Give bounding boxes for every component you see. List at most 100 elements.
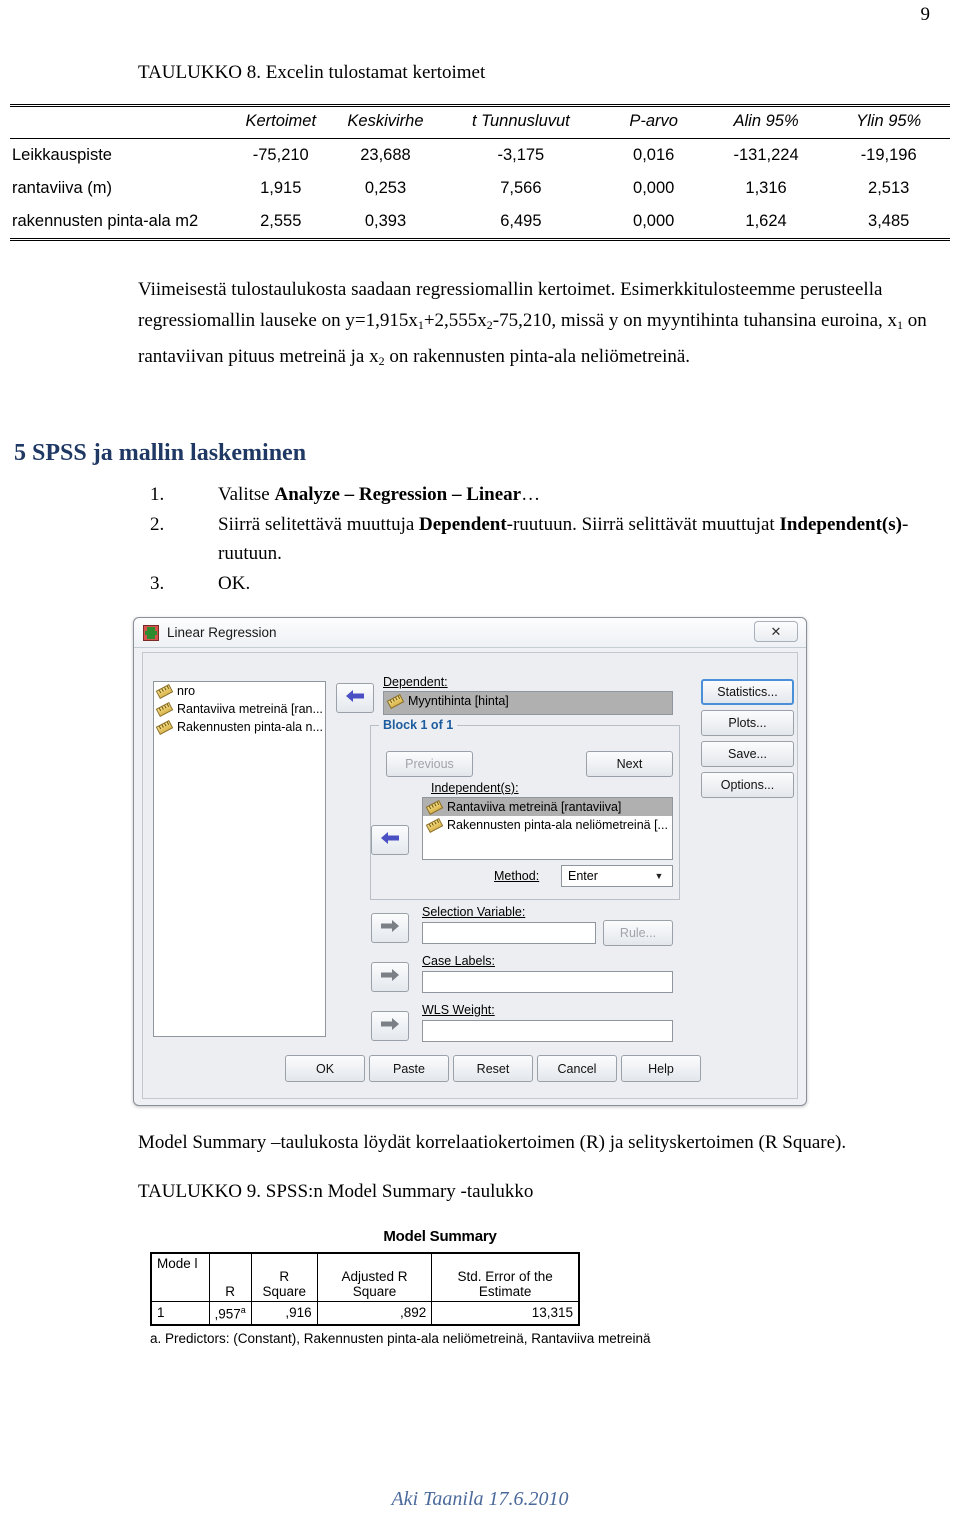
source-variable-list[interactable]: nro Rantaviiva metreinä [ran... Rakennus… xyxy=(153,681,326,1037)
wls-weight-input[interactable] xyxy=(422,1020,673,1042)
page-footer: Aki Taanila 17.6.2010 xyxy=(391,1488,569,1510)
cell-alin: -131,224 xyxy=(733,146,799,164)
dependent-box[interactable]: Myyntihinta [hinta] xyxy=(383,691,673,715)
step-pre: Siirrä selitettävä muuttuja xyxy=(218,514,420,535)
step-bold: Analyze – Regression – Linear xyxy=(274,484,522,505)
method-label-text: Method: xyxy=(494,869,540,883)
table9-caption: TAULUKKO 9. SPSS:n Model Summary -tauluk… xyxy=(138,1181,534,1202)
independent-value: Rantaviiva metreinä [rantaviiva] xyxy=(447,800,622,814)
row-label: rakennusten pinta-ala m2 xyxy=(10,205,230,241)
table-header-row: Mode l R R Square Adjusted R Square Std.… xyxy=(150,1252,580,1302)
method-label: Method: xyxy=(494,869,539,883)
para-part3: -75,210, missä y on myyntihinta tuhansin… xyxy=(492,310,898,331)
steps-list: 1. Valitse Analyze – Regression – Linear… xyxy=(150,480,910,599)
scale-ruler-icon xyxy=(425,817,444,833)
move-to-wls-weight-button[interactable] xyxy=(371,1011,409,1041)
list-item[interactable]: nro xyxy=(154,682,325,700)
scale-ruler-icon xyxy=(425,799,444,815)
ok-button[interactable]: OK xyxy=(285,1055,365,1082)
cancel-label: Cancel xyxy=(557,1061,597,1076)
next-button[interactable]: Next xyxy=(586,751,673,777)
help-label: Help xyxy=(648,1061,674,1076)
table8-caption: TAULUKKO 8. Excelin tulostamat kertoimet xyxy=(138,62,486,83)
move-to-case-labels-button[interactable] xyxy=(371,962,409,992)
case-labels-input[interactable] xyxy=(422,971,673,993)
page-title: 5 SPSS ja mallin laskeminen xyxy=(14,439,307,466)
rule-button[interactable]: Rule... xyxy=(603,920,673,946)
column-header-p-arvo: P-arvo xyxy=(602,104,705,139)
statistics-button[interactable]: Statistics... xyxy=(701,679,794,705)
cell-keskivirhe: 23,688 xyxy=(360,146,411,164)
scale-ruler-icon xyxy=(155,683,174,699)
selection-variable-label-text: Selection Variable: xyxy=(422,905,526,919)
ok-label: OK xyxy=(315,1061,335,1076)
save-button[interactable]: Save... xyxy=(701,741,794,767)
step-text: OK. xyxy=(218,569,910,598)
step-pre: OK. xyxy=(218,573,251,594)
linear-regression-dialog: Linear Regression ✕ nro Rantaviiva metre… xyxy=(133,617,807,1106)
table-row: 1 ,957a ,916 ,892 13,315 xyxy=(150,1300,580,1326)
paste-label: Paste xyxy=(393,1061,425,1076)
list-item[interactable]: Rakennusten pinta-ala n... xyxy=(154,718,325,736)
paste-button[interactable]: Paste xyxy=(369,1055,449,1082)
cell-keskivirhe: 0,253 xyxy=(364,179,407,197)
cancel-button[interactable]: Cancel xyxy=(537,1055,617,1082)
table-row: Leikkauspiste -75,210 23,688 -3,175 0,01… xyxy=(10,139,950,173)
chevron-down-icon[interactable]: ▼ xyxy=(650,866,668,886)
previous-label: Previous xyxy=(405,757,454,771)
independents-box[interactable]: Rantaviiva metreinä [rantaviiva] Rakennu… xyxy=(422,797,673,860)
page-number: 9 xyxy=(920,4,931,25)
step-text: Valitse Analyze – Regression – Linear… xyxy=(218,480,910,509)
cell-p: 0,000 xyxy=(602,205,705,241)
variable-label: Rakennusten pinta-ala n... xyxy=(177,720,323,734)
column-header-r-square: R Square xyxy=(250,1252,318,1302)
variable-label: Rantaviiva metreinä [ran... xyxy=(177,702,323,716)
case-labels-label: Case Labels: xyxy=(422,954,495,968)
options-button[interactable]: Options... xyxy=(701,772,794,798)
list-item[interactable]: Rakennusten pinta-ala neliömetreinä [... xyxy=(423,816,672,834)
cell-alin: 1,624 xyxy=(704,205,828,241)
close-icon[interactable]: ✕ xyxy=(754,621,798,642)
row-label: rantaviiva (m) xyxy=(12,179,112,197)
plots-button[interactable]: Plots... xyxy=(701,710,794,736)
wls-weight-label-text: WLS Weight: xyxy=(422,1003,495,1017)
arrow-right-icon xyxy=(381,969,399,981)
step-pre: Valitse xyxy=(218,484,275,505)
column-header-std-error: Std. Error of the Estimate xyxy=(431,1252,580,1302)
para-part2: +2,555x xyxy=(423,310,487,331)
column-header-alin95: Alin 95% xyxy=(704,104,828,139)
block-title: Block 1 of 1 xyxy=(379,718,458,732)
column-header-blank xyxy=(10,104,230,139)
independents-label: Independent(s): xyxy=(431,781,519,795)
step-number: 2. xyxy=(150,514,165,535)
cell-r: ,957a xyxy=(208,1300,252,1326)
step-number: 3. xyxy=(150,573,165,594)
dependent-label: Dependent: xyxy=(383,675,448,689)
cell-std-error: 13,315 xyxy=(431,1300,580,1326)
row-label: Leikkauspiste xyxy=(12,146,112,164)
reset-button[interactable]: Reset xyxy=(453,1055,533,1082)
method-select[interactable]: Enter ▼ xyxy=(561,865,673,887)
list-item[interactable]: Rantaviiva metreinä [ran... xyxy=(154,700,325,718)
scale-ruler-icon xyxy=(386,693,405,709)
column-header-adjusted-r-square: Adjusted R Square xyxy=(316,1252,433,1302)
statistics-label: Statistics... xyxy=(717,685,778,699)
move-to-independents-button[interactable] xyxy=(371,825,409,855)
column-header-t-tunnusluvut: t Tunnusluvut xyxy=(439,104,603,139)
arrow-right-icon xyxy=(381,1018,399,1030)
step-bold: Dependent xyxy=(419,514,507,535)
move-to-selection-variable-button[interactable] xyxy=(371,913,409,943)
list-item[interactable]: Myyntihinta [hinta] xyxy=(384,692,672,710)
cell-keskivirhe: 0,393 xyxy=(331,205,440,241)
help-button[interactable]: Help xyxy=(621,1055,701,1082)
previous-button[interactable]: Previous xyxy=(386,751,473,777)
variable-label: nro xyxy=(177,684,196,698)
cell-model: 1 xyxy=(150,1300,210,1326)
selection-variable-input[interactable] xyxy=(422,922,596,944)
table-row: rakennusten pinta-ala m2 2,555 0,393 6,4… xyxy=(10,205,950,241)
coefficients-table: Kertoimet Keskivirhe t Tunnusluvut P-arv… xyxy=(10,104,950,241)
move-to-dependent-button[interactable] xyxy=(336,683,374,713)
cell-ylin: 2,513 xyxy=(868,179,910,197)
spss-app-icon xyxy=(143,625,159,641)
list-item[interactable]: Rantaviiva metreinä [rantaviiva] xyxy=(423,798,672,816)
